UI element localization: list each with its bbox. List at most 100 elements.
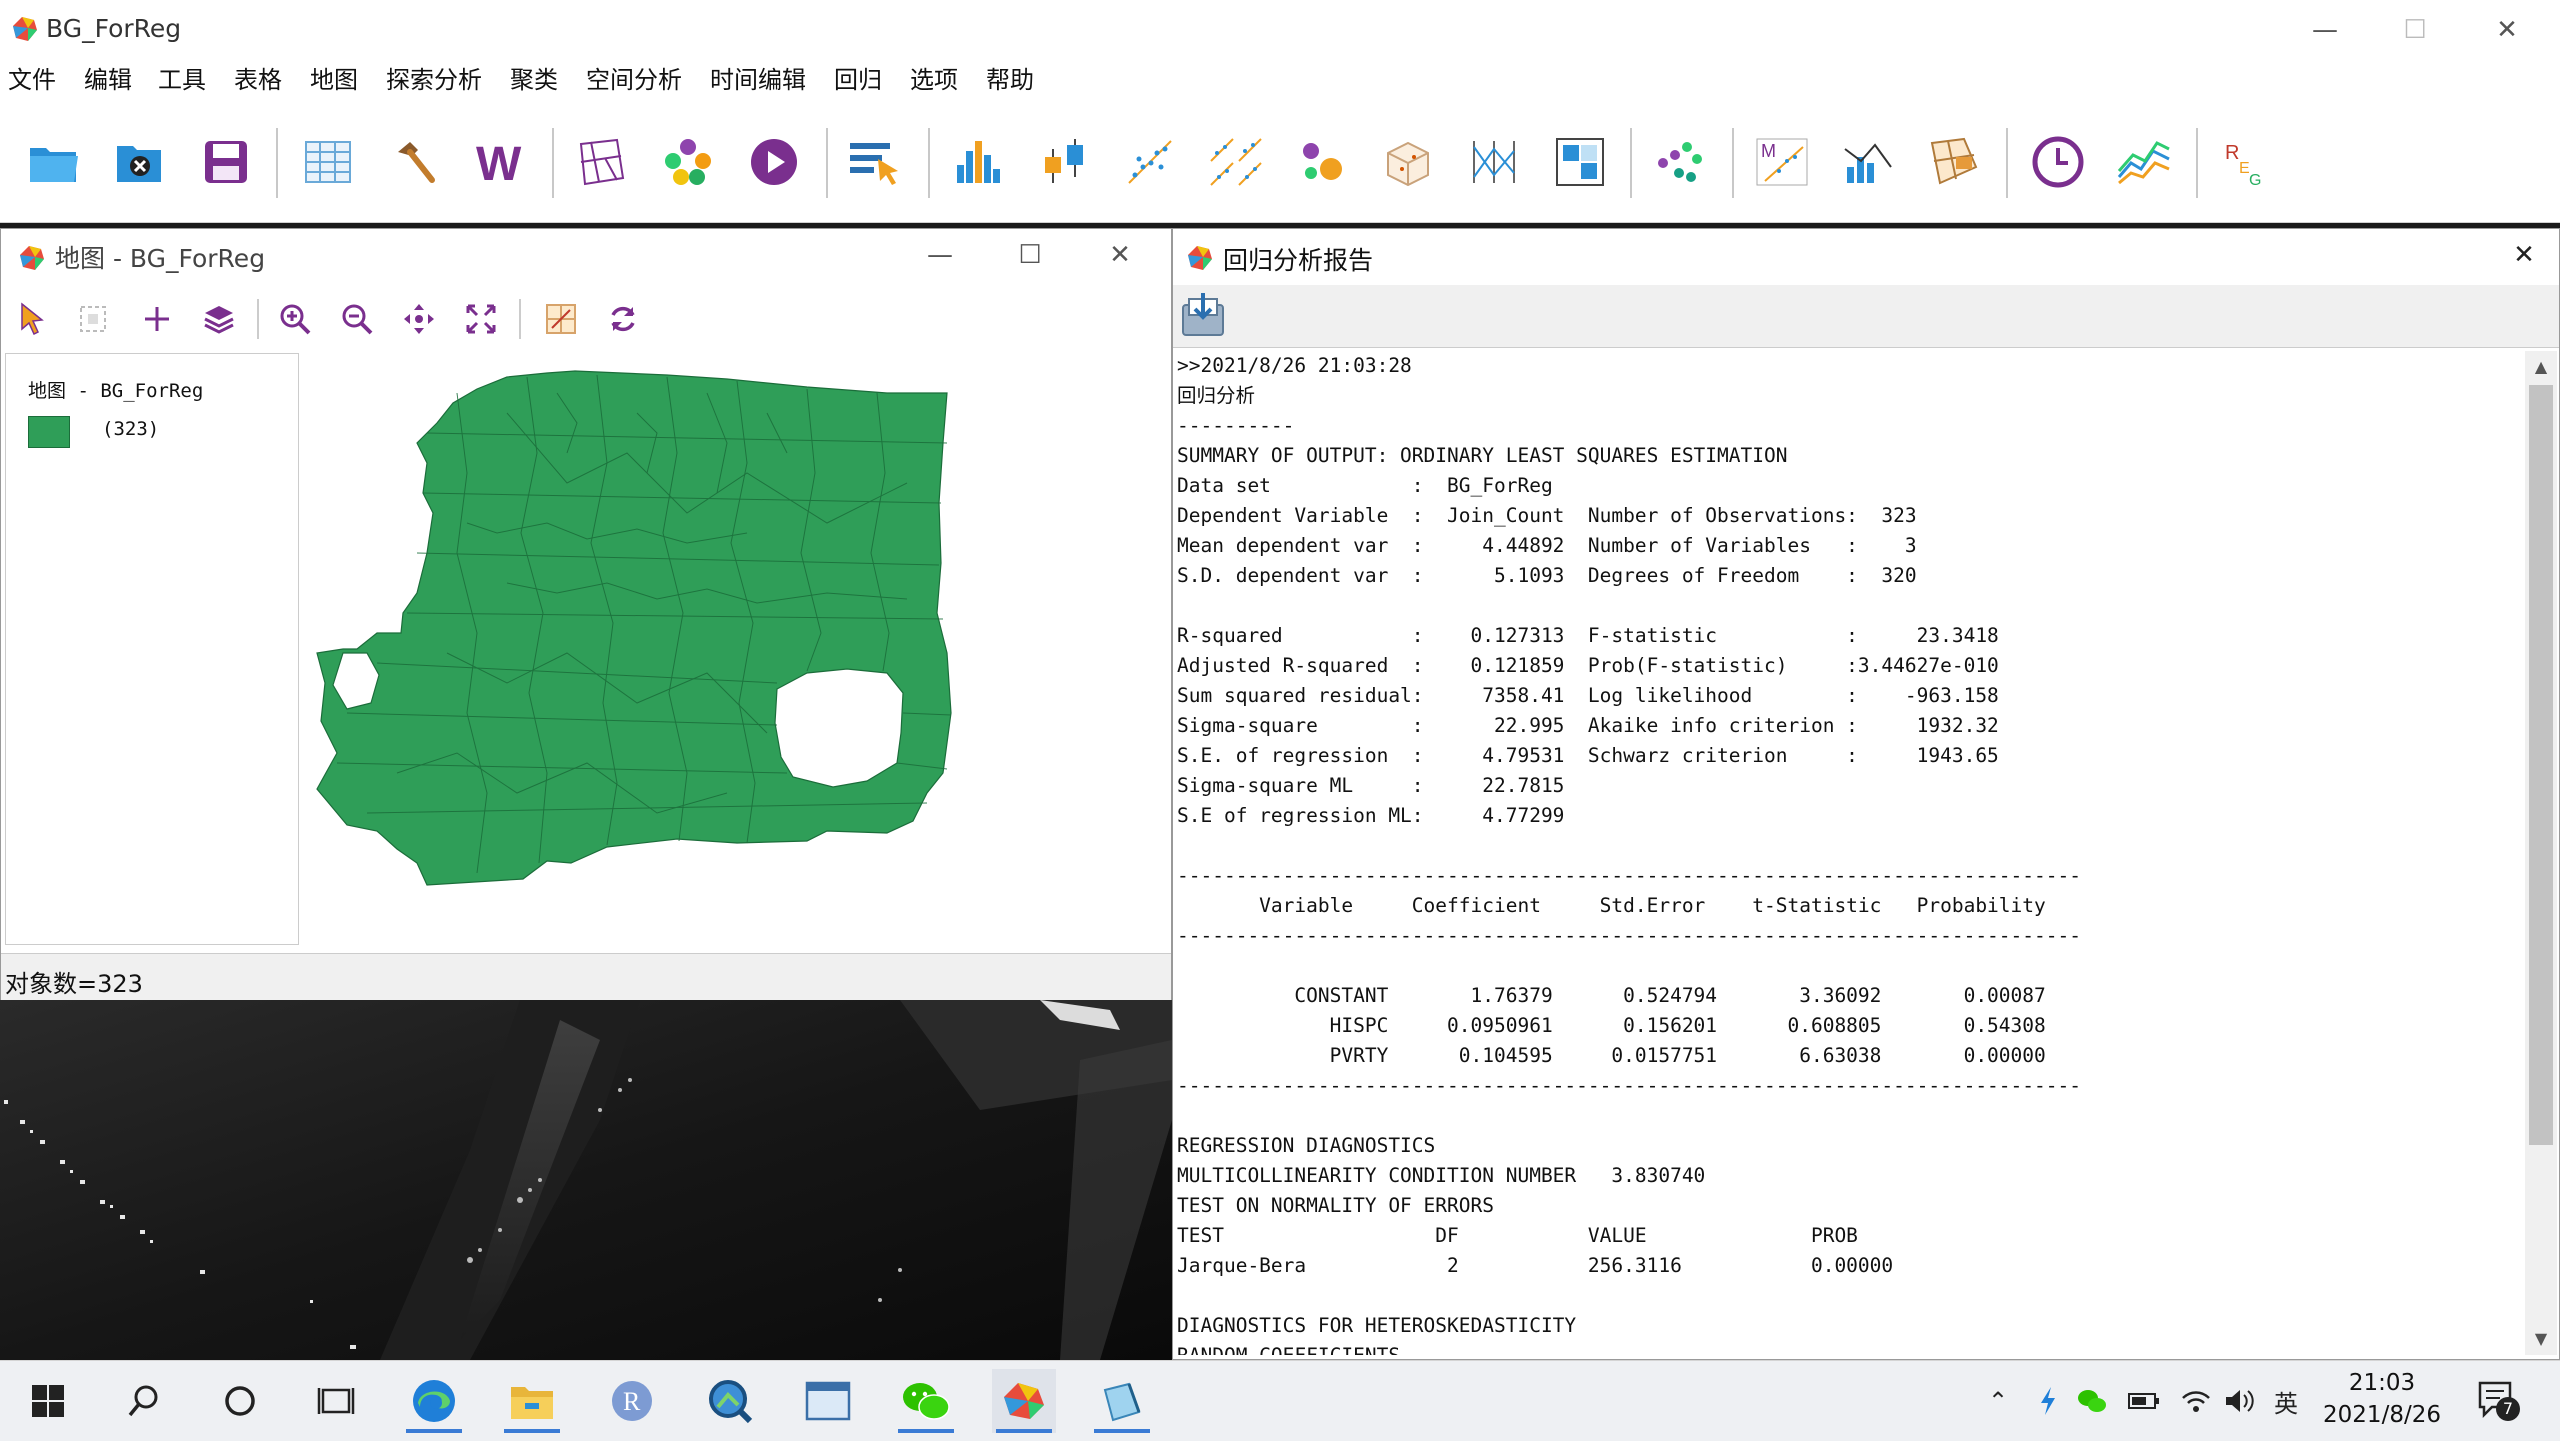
open-folder-icon[interactable] bbox=[24, 132, 84, 192]
menu-table[interactable]: 表格 bbox=[234, 60, 282, 100]
wechat-icon[interactable] bbox=[894, 1369, 958, 1433]
regression-icon[interactable]: REG bbox=[2216, 132, 2276, 192]
cluster-map-icon[interactable] bbox=[1650, 132, 1710, 192]
census-block-groups[interactable] bbox=[316, 370, 952, 886]
time-trend-icon[interactable] bbox=[2114, 132, 2174, 192]
menu-help[interactable]: 帮助 bbox=[986, 60, 1034, 100]
report-text-area[interactable]: >>2021/8/26 21:03:28 回归分析 ---------- SUMMAR… bbox=[1175, 351, 2515, 1355]
search-icon[interactable] bbox=[112, 1369, 176, 1433]
scroll-down-icon[interactable]: ▼ bbox=[2531, 1329, 2551, 1349]
layers-icon[interactable] bbox=[199, 299, 239, 339]
zoom-in-icon[interactable] bbox=[275, 299, 315, 339]
tools-hammer-icon[interactable] bbox=[384, 132, 444, 192]
report-close-button[interactable]: ✕ bbox=[2489, 233, 2559, 277]
task-view-icon[interactable] bbox=[304, 1369, 368, 1433]
map-maximize-button[interactable]: ☐ bbox=[995, 233, 1065, 277]
legend-color-swatch[interactable] bbox=[28, 416, 70, 448]
3d-plot-icon[interactable] bbox=[1378, 132, 1438, 192]
cortana-icon[interactable] bbox=[208, 1369, 272, 1433]
minimize-button[interactable]: — bbox=[2290, 8, 2360, 52]
add-icon[interactable] bbox=[137, 299, 177, 339]
report-line: Sigma-square : 22.995 Akaike info criter… bbox=[1177, 714, 1999, 737]
menu-regression[interactable]: 回归 bbox=[834, 60, 882, 100]
table-icon[interactable] bbox=[298, 132, 358, 192]
maximize-button[interactable]: ☐ bbox=[2380, 8, 2450, 52]
map-canvas[interactable] bbox=[307, 353, 1169, 953]
wechat-tray-icon[interactable] bbox=[2072, 1381, 2112, 1421]
menu-map[interactable]: 地图 bbox=[310, 60, 358, 100]
parallel-coordinate-icon[interactable] bbox=[1464, 132, 1524, 192]
notification-count-badge: 7 bbox=[2496, 1397, 2520, 1421]
search-magnifier-app-icon[interactable] bbox=[698, 1369, 762, 1433]
menu-options[interactable]: 选项 bbox=[910, 60, 958, 100]
volume-icon[interactable] bbox=[2220, 1381, 2260, 1421]
legend-title: 地图 - BG_ForReg bbox=[28, 380, 204, 402]
edge-browser-icon[interactable] bbox=[402, 1369, 466, 1433]
report-window-title: 回归分析报告 bbox=[1223, 246, 1374, 275]
notification-center-icon[interactable]: 7 bbox=[2476, 1379, 2520, 1423]
map-close-button[interactable]: ✕ bbox=[1085, 233, 1155, 277]
scroll-thumb[interactable] bbox=[2529, 385, 2553, 1145]
weights-icon[interactable]: W bbox=[470, 132, 530, 192]
desktop-background bbox=[0, 1000, 1172, 1360]
cluster-dots-icon[interactable] bbox=[658, 132, 718, 192]
report-line: 回归分析 bbox=[1177, 384, 1256, 407]
histogram-icon[interactable] bbox=[948, 132, 1008, 192]
menu-tools[interactable]: 工具 bbox=[158, 60, 206, 100]
menu-explore[interactable]: 探索分析 bbox=[386, 60, 482, 100]
map-minimize-button[interactable]: — bbox=[905, 233, 975, 277]
report-scrollbar[interactable]: ▲ ▼ bbox=[2525, 351, 2557, 1355]
report-line: Sum squared residual: 7358.41 Log likeli… bbox=[1177, 684, 1999, 707]
select-icon[interactable] bbox=[846, 132, 906, 192]
show-hidden-icons-icon[interactable]: ⌃ bbox=[1978, 1381, 2018, 1421]
report-line: DIAGNOSTICS FOR HETEROSKEDASTICITY bbox=[1177, 1314, 1577, 1337]
refresh-icon[interactable] bbox=[603, 299, 643, 339]
conditional-plot-icon[interactable] bbox=[1550, 132, 1610, 192]
report-line: REGRESSION DIAGNOSTICS bbox=[1177, 1134, 1436, 1157]
svg-text:W: W bbox=[476, 138, 522, 186]
menu-edit[interactable]: 编辑 bbox=[84, 60, 132, 100]
scatter-plot-icon[interactable] bbox=[1120, 132, 1180, 192]
close-button[interactable]: ✕ bbox=[2472, 8, 2542, 52]
window-app-icon[interactable] bbox=[796, 1369, 860, 1433]
pan-icon[interactable] bbox=[399, 299, 439, 339]
save-icon[interactable] bbox=[196, 132, 256, 192]
report-line bbox=[1177, 831, 2515, 861]
basemap-icon[interactable] bbox=[541, 299, 581, 339]
select-region-icon[interactable] bbox=[73, 299, 113, 339]
save-report-icon[interactable] bbox=[1179, 291, 1227, 339]
scatter-matrix-icon[interactable] bbox=[1206, 132, 1266, 192]
report-line: CONSTANT 1.76379 0.524794 3.36092 0.0008… bbox=[1177, 984, 2046, 1007]
bubble-chart-icon[interactable] bbox=[1292, 132, 1352, 192]
geoda-taskbar-icon[interactable] bbox=[992, 1369, 1056, 1433]
local-g-icon[interactable] bbox=[1924, 132, 1984, 192]
select-pointer-icon[interactable] bbox=[13, 299, 53, 339]
box-plot-icon[interactable] bbox=[1034, 132, 1094, 192]
time-icon[interactable] bbox=[2028, 132, 2088, 192]
report-line: TEST ON NORMALITY OF ERRORS bbox=[1177, 1194, 1494, 1217]
r-app-icon[interactable]: R bbox=[600, 1369, 664, 1433]
lisa-icon[interactable] bbox=[1838, 132, 1898, 192]
power-lightning-icon[interactable] bbox=[2028, 1381, 2068, 1421]
report-line: ----------------------------------------… bbox=[1177, 864, 2081, 887]
notes-app-icon[interactable] bbox=[1090, 1369, 1154, 1433]
ime-indicator[interactable]: 英 bbox=[2266, 1381, 2306, 1421]
report-line: Mean dependent var : 4.44892 Number of V… bbox=[1177, 534, 1917, 557]
battery-icon[interactable] bbox=[2124, 1381, 2164, 1421]
wifi-icon[interactable] bbox=[2176, 1381, 2216, 1421]
clock[interactable]: 21:03 2021/8/26 bbox=[2312, 1367, 2452, 1431]
file-explorer-icon[interactable] bbox=[500, 1369, 564, 1433]
close-project-icon[interactable] bbox=[110, 132, 170, 192]
play-icon[interactable] bbox=[744, 132, 804, 192]
menu-clusters[interactable]: 聚类 bbox=[510, 60, 558, 100]
moran-icon[interactable]: M bbox=[1752, 132, 1812, 192]
full-extent-icon[interactable] bbox=[461, 299, 501, 339]
start-button-icon[interactable] bbox=[16, 1369, 80, 1433]
zoom-out-icon[interactable] bbox=[337, 299, 377, 339]
menu-time[interactable]: 时间编辑 bbox=[710, 60, 806, 100]
menu-file[interactable]: 文件 bbox=[8, 60, 56, 100]
scroll-up-icon[interactable]: ▲ bbox=[2531, 357, 2551, 377]
menu-bar: 文件 编辑 工具 表格 地图 探索分析 聚类 空间分析 时间编辑 回归 选项 帮… bbox=[0, 60, 2560, 100]
map-polygon-icon[interactable] bbox=[572, 132, 632, 192]
menu-space[interactable]: 空间分析 bbox=[586, 60, 682, 100]
